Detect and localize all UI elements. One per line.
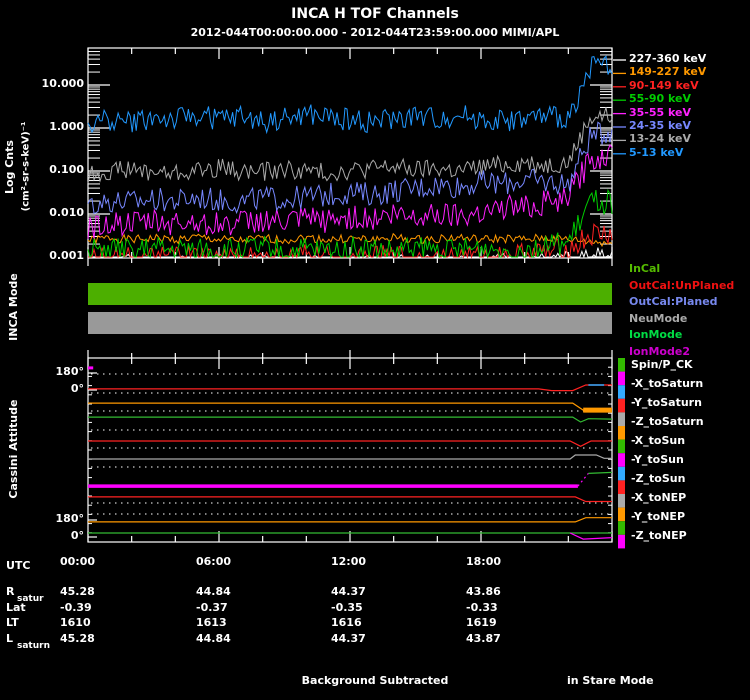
flux-ytick-label: 0.100 [49, 163, 84, 176]
attitude-colorbar-segment [618, 480, 625, 494]
attitude-ytick-label: 180° [55, 365, 84, 378]
attitude-colorbar-segment [618, 358, 625, 372]
mode-bar [88, 283, 612, 305]
flux-series-149-227-keV [87, 232, 613, 248]
flux-legend-label: 149-227 keV [629, 65, 707, 79]
table-cell-value: 45.28 [60, 585, 95, 598]
table-cell-value: -0.37 [196, 601, 228, 614]
table-cell-value: -0.39 [60, 601, 92, 614]
mode-legend-label: OutCal:UnPlaned [629, 278, 735, 292]
flux-legend-label: 55-90 keV [629, 92, 692, 106]
table-cell-value: 1613 [196, 616, 227, 629]
attitude-legend-label: -X_toNEP [631, 491, 687, 504]
utc-axis-label: UTC [6, 559, 31, 572]
flux-ytick-label: 10.000 [41, 77, 84, 90]
attitude-colorbar-segment [618, 521, 625, 535]
table-row-label: R [6, 585, 15, 598]
flux-legend-label: 13-24 keV [629, 132, 692, 146]
attitude-legend-label: -Z_toSun [631, 472, 686, 485]
utc-tick-label: 18:00 [466, 555, 502, 568]
utc-tick-label: 06:00 [196, 555, 232, 568]
table-cell-value: 43.87 [466, 632, 501, 645]
attitude-colorbar-segment [618, 385, 625, 399]
table-cell-value: 1616 [331, 616, 362, 629]
attitude-legend-label: -Y_toNEP [631, 510, 686, 523]
page-title: INCA H TOF Channels [291, 6, 459, 22]
attitude-line-orange-2 [88, 517, 612, 523]
table-row-label: L [6, 632, 14, 645]
utc-tick-label: 00:00 [60, 555, 96, 568]
mode-legend-label: NeuMode [629, 311, 688, 325]
table-cell-value: -0.33 [466, 601, 498, 614]
attitude-seg-green-end [588, 471, 613, 474]
table-cell-value: 1619 [466, 616, 497, 629]
attitude-line-green-1 [88, 416, 613, 423]
flux-legend-label: 227-360 keV [629, 52, 707, 65]
flux-panel-border [87, 47, 613, 259]
stare-mode-note: in Stare Mode [567, 674, 654, 687]
flux-series-35-55-keV [87, 143, 613, 239]
attitude-line-red-3 [88, 496, 612, 503]
table-cell-value: 44.84 [196, 585, 231, 598]
attitude-legend-label: -X_toSaturn [631, 377, 704, 390]
flux-series-13-24-keV [87, 107, 613, 184]
table-cell-value: 44.37 [331, 585, 366, 598]
attitude-seg-magenta-end [569, 532, 613, 540]
mode-bar [88, 312, 612, 334]
mode-panel-label: INCA Mode [6, 273, 20, 341]
table-cell-value: 43.86 [466, 585, 501, 598]
attitude-colorbar-segment [618, 412, 625, 426]
attitude-legend-label: -Y_toSun [631, 453, 684, 466]
table-cell-value: 45.28 [60, 632, 95, 645]
attitude-ytick-label: 0° [70, 382, 84, 395]
attitude-ytick-label: 0° [70, 529, 84, 542]
attitude-line-red-2 [88, 440, 612, 447]
table-cell-value: 44.84 [196, 632, 231, 645]
background-subtracted-note: Background Subtracted [301, 674, 449, 687]
attitude-colorbar-segment [618, 398, 625, 413]
attitude-seg-magenta-rise [577, 473, 589, 487]
table-row-label: LT [6, 616, 19, 629]
flux-ytick-label: 0.010 [49, 206, 84, 219]
attitude-colorbar-segment [618, 426, 625, 440]
mode-legend-label: OutCal:Planed [629, 295, 718, 309]
attitude-colorbar-segment [618, 466, 625, 481]
attitude-colorbar-segment [618, 494, 625, 508]
attitude-colorbar-segment [618, 371, 625, 386]
table-cell-value: -0.35 [331, 601, 363, 614]
attitude-colorbar-segment [618, 534, 625, 549]
flux-series-5-13-keV [87, 55, 613, 135]
time-range-subtitle: 2012-044T00:00:00.000 - 2012-044T23:59:0… [190, 26, 560, 39]
attitude-legend-label: -X_toSun [631, 434, 686, 447]
attitude-legend-label: -Z_toNEP [631, 529, 687, 542]
inca-plot-window: { "title": "INCA H TOF Channels", "subti… [0, 0, 750, 700]
attitude-line-red-1 [88, 384, 612, 392]
flux-legend-label: 90-149 keV [629, 78, 699, 92]
flux-legend-label: 35-55 keV [629, 105, 692, 119]
attitude-ytick-label: 180° [55, 512, 84, 525]
table-row-label-subscript: saturn [17, 641, 50, 651]
attitude-legend-label: -Y_toSaturn [631, 396, 702, 409]
attitude-line-gray-1 [88, 454, 612, 460]
attitude-line-orange-1 [88, 402, 612, 411]
flux-series-24-35-keV [87, 121, 613, 215]
table-row-label: Lat [6, 601, 26, 614]
attitude-colorbar-segment [618, 507, 625, 522]
attitude-colorbar-segment [618, 453, 625, 467]
flux-legend-label: 5-13 keV [629, 145, 684, 159]
flux-ytick-label: 0.001 [49, 249, 84, 262]
utc-tick-label: 12:00 [331, 555, 367, 568]
table-cell-value: 1610 [60, 616, 91, 629]
mode-legend-label: InCal [629, 262, 661, 275]
mode-legend-label: IonMode2 [629, 345, 690, 358]
flux-legend-label: 24-35 keV [629, 119, 692, 132]
attitude-colorbar-segment [618, 439, 625, 454]
flux-ytick-label: 1.000 [49, 120, 84, 133]
mode-legend-label: IonMode [629, 328, 683, 342]
attitude-legend-label: -Z_toSaturn [631, 415, 704, 428]
table-cell-value: 44.37 [331, 632, 366, 645]
attitude-legend-label: Spin/P_CK [631, 358, 693, 371]
